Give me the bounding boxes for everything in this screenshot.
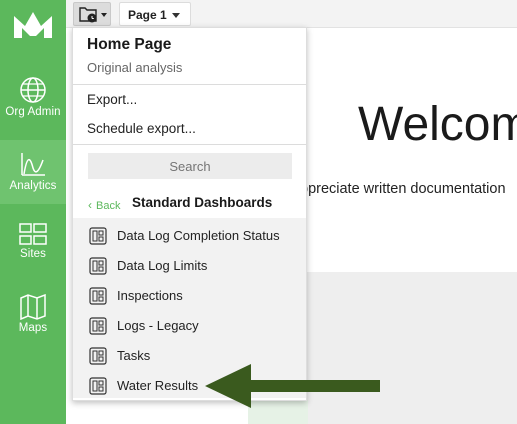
menu-divider — [73, 84, 306, 85]
list-item[interactable]: Logs - Legacy — [87, 316, 302, 338]
map-icon — [20, 294, 46, 320]
dashboard-item-label: Data Log Limits — [117, 258, 208, 273]
dashboard-item-label: Inspections — [117, 288, 183, 303]
breadcrumb-standard-dashboards: Standard Dashboards — [132, 195, 273, 210]
dashboard-item-label: Tasks — [117, 348, 151, 363]
left-sidebar: Org Admin Analytics Sites Maps — [0, 0, 66, 424]
dashboard-icon — [89, 317, 107, 335]
brand-logo[interactable] — [12, 8, 54, 40]
dashboard-icon — [89, 377, 107, 395]
list-item[interactable]: Inspections — [87, 286, 302, 308]
sidebar-item-analytics[interactable]: Analytics — [0, 140, 66, 204]
sidebar-item-org-admin[interactable]: Org Admin — [0, 76, 66, 140]
sidebar-item-label: Org Admin — [5, 106, 61, 118]
menu-title[interactable]: Home Page — [87, 36, 171, 54]
chart-icon — [21, 153, 45, 176]
page-selector[interactable]: Page 1 — [119, 2, 191, 26]
dashboard-icon — [89, 227, 107, 245]
chevron-left-icon: ‹ — [88, 198, 92, 212]
dashboard-icon — [89, 257, 107, 275]
menu-divider — [73, 144, 306, 145]
folder-menu-button[interactable] — [73, 2, 111, 26]
page-selector-label: Page 1 — [128, 8, 167, 22]
list-item[interactable]: Data Log Limits — [87, 256, 302, 278]
sidebar-item-label: Analytics — [9, 180, 57, 192]
schedule-export-menu-item[interactable]: Schedule export... — [87, 121, 196, 136]
menu-subtitle: Original analysis — [87, 60, 183, 75]
chevron-down-icon — [172, 13, 180, 18]
welcome-heading: Welcom — [358, 98, 517, 151]
dashboard-item-label: Data Log Completion Status — [117, 228, 280, 243]
dashboard-icon — [89, 347, 107, 365]
dashboard-item-label: Water Results — [117, 378, 199, 393]
back-button[interactable]: ‹ Back — [88, 198, 120, 212]
dashboard-icon — [89, 287, 107, 305]
sidebar-item-label: Maps — [18, 322, 48, 334]
page-dropdown-menu: Home Page Original analysis Export... Sc… — [72, 27, 307, 401]
back-label: Back — [96, 200, 121, 212]
sidebar-item-label: Sites — [19, 248, 47, 260]
sidebar-item-maps[interactable]: Maps — [0, 294, 66, 358]
sidebar-item-sites[interactable]: Sites — [0, 222, 66, 286]
folder-clock-icon — [79, 7, 107, 23]
dashboard-search-input[interactable] — [88, 153, 292, 179]
sites-grid-icon — [19, 223, 47, 245]
annotation-arrow-icon — [205, 364, 380, 408]
globe-icon — [20, 77, 46, 103]
export-menu-item[interactable]: Export... — [87, 92, 137, 107]
dashboard-item-label: Logs - Legacy — [117, 318, 199, 333]
welcome-subtext: ppreciate written documentation — [300, 181, 506, 197]
list-item[interactable]: Data Log Completion Status — [87, 226, 302, 248]
